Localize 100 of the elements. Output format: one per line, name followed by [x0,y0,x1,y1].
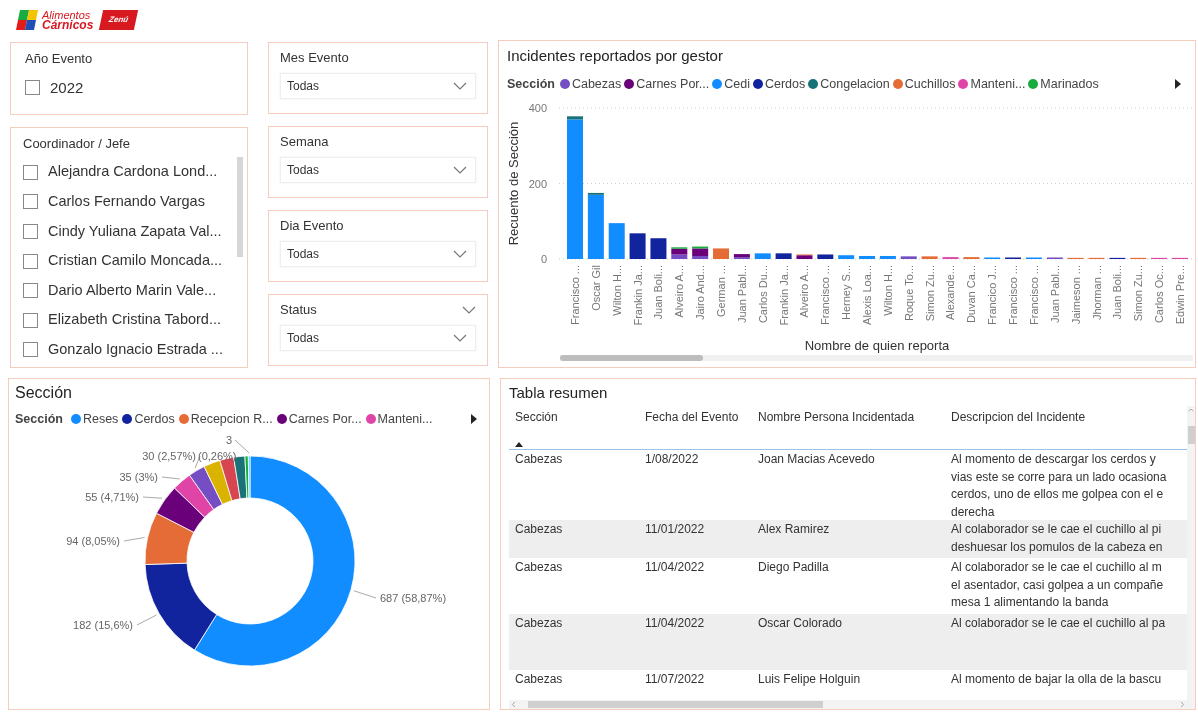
data-label: 3 [225,434,233,446]
x-tick-label: Francisco ... [569,265,581,325]
leader-line [142,496,163,499]
table-cell: 11/07/2022 [645,672,705,686]
table-cell: 11/04/2022 [645,616,705,630]
scrollbar[interactable] [560,355,1193,361]
column-header[interactable]: Nombre Persona Incidentada [758,408,915,426]
scroll-right-icon[interactable] [1178,700,1187,709]
table-cell-line: vias este se corre para un lado ocasiona [951,468,1167,486]
filter-option[interactable]: Alejandra Cardona Lond... [48,161,218,184]
scrollbar[interactable] [509,700,1187,709]
bar-segment [879,256,896,259]
x-tick-label: Juan Pabl... [735,265,748,324]
legend-label[interactable]: Cabezas [571,74,622,94]
filter-option[interactable]: Carlos Fernando Vargas [48,191,205,213]
logo-text: Alimentos [42,10,91,20]
dropdown[interactable]: Todas [280,73,476,99]
checkbox[interactable] [23,224,38,239]
legend-label[interactable]: Carnes Por... [288,409,362,429]
legend-label[interactable]: Reses [82,409,119,429]
checkbox[interactable] [23,312,38,328]
table-cell: Oscar Colorado [758,616,843,630]
leader-line [234,439,250,454]
checkbox[interactable] [23,194,38,210]
x-tick-label: Alveiro A... [673,265,686,318]
table-cell: 11/04/2022 [645,560,705,574]
filter-option[interactable]: 2022 [50,76,84,99]
bar-segment [608,223,625,259]
legend-label[interactable]: Marinados [1040,74,1099,94]
legend-next-icon[interactable] [471,414,477,424]
legend-label[interactable]: Congelacion [820,74,890,94]
dropdown[interactable]: Todas [280,325,476,351]
table-cell-line: cerdos, uno de ellos me golpea con el e [951,486,1164,503]
y-axis-title: Recuento de Sección [506,121,521,246]
filter-option[interactable]: Dario Alberto Marin Vale... [48,279,217,302]
x-tick-label: Duvan Ca... [965,265,978,324]
x-tick-label: Alveiro A... [798,265,811,318]
scroll-up-icon[interactable] [1187,406,1195,414]
dropdown[interactable]: Todas [280,241,476,267]
table-title: Tabla resumen [508,383,609,403]
bar-segment [713,248,729,259]
bar-segment [900,256,917,259]
legend-next-icon[interactable] [1175,79,1181,89]
column-header[interactable]: Descripcion del Incidente [951,408,1086,426]
scrollbar[interactable] [1187,406,1195,709]
filter-option[interactable]: Cristian Camilo Moncada... [48,250,223,272]
x-axis-title: Nombre de quien reporta [804,338,950,353]
checkbox[interactable] [23,342,38,358]
checkbox[interactable] [23,253,38,269]
filter-title: Año Evento [25,50,94,68]
bar-segment [775,253,792,259]
leader-line [136,614,157,626]
legend-label[interactable]: Manteni... [970,74,1026,94]
x-tick-label: Juan Boli... [652,265,665,320]
table-cell: Cabezas [515,672,563,686]
x-tick-label: Simon Zu... [1132,265,1145,322]
legend-label[interactable]: Cerdos [764,74,806,94]
filter-title: Coordinador / Jefe [23,135,131,153]
x-tick-label: Frankin Ja... [777,265,790,326]
checkbox[interactable] [23,164,38,180]
dropdown[interactable]: Todas [280,157,476,183]
legend-label[interactable]: Manteni... [377,409,433,429]
data-label: 30 (2,57%) [142,450,196,462]
y-tick-label: 400 [528,102,547,114]
x-tick-label: Carlos Du... [756,265,769,324]
x-tick-label: Jairo And... [694,265,707,321]
table-cell: 11/01/2022 [645,522,705,536]
scrollbar[interactable] [237,157,243,257]
scroll-left-icon[interactable] [509,700,518,709]
x-tick-label: Alexande... [944,265,957,321]
legend-label[interactable]: Cuchillos [904,74,956,94]
chevron-down-icon[interactable] [462,306,476,314]
checkbox[interactable] [23,283,38,299]
filter-option[interactable]: Gonzalo Ignacio Estrada ... [48,339,223,361]
table-cell-line: Al colaborador se le cae el cuchillo al pi [951,521,1162,538]
legend-label[interactable]: Recepcion R... [190,409,273,429]
scrollbar-thumb[interactable] [1187,426,1195,444]
x-tick-label: Juan Pabl... [1048,265,1061,324]
x-tick-label: Simon Zu... [923,265,936,322]
data-label: 182 (15,6%) [73,619,133,631]
x-tick-label: Francisco ... [1007,265,1020,325]
filter-option[interactable]: Cindy Yuliana Zapata Val... [48,220,222,243]
checkbox[interactable] [25,80,40,96]
scrollbar-thumb[interactable] [528,701,823,708]
table-cell: Luis Felipe Holguin [758,672,861,686]
table-cell-line: deshuesar los pomulos de la cabeza en [951,538,1163,556]
column-header[interactable]: Sección [515,408,558,426]
data-label: (0,26%) [198,450,237,462]
column-header[interactable]: Fecha del Evento [645,408,739,426]
legend-label[interactable]: Carnes Por... [636,74,710,94]
x-tick-label: Juan Boli... [1111,265,1124,320]
y-tick-label: 0 [540,253,547,265]
legend-label[interactable]: Cerdos [134,409,175,429]
legend-label[interactable]: Cedi [724,74,750,94]
filter-option[interactable]: Elizabeth Cristina Tabord... [48,309,222,332]
data-label: 94 (8,05%) [66,535,120,547]
x-tick-label: Frankin Ja... [631,265,644,326]
x-tick-label: Herney S... [840,265,853,321]
leader-line [353,590,377,599]
logo-text: Cárnicos [42,20,94,30]
